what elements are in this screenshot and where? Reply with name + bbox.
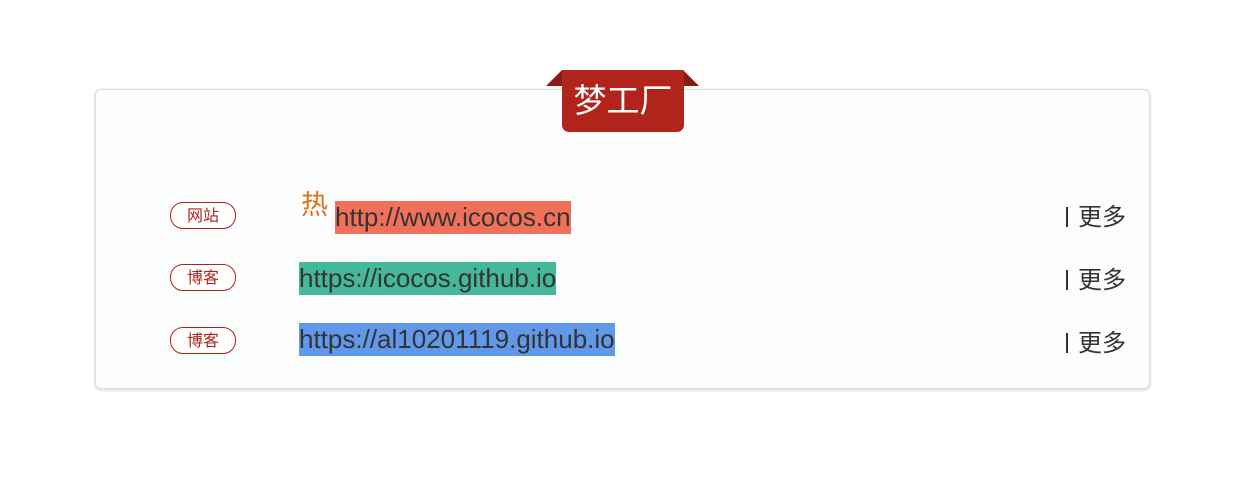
list-item: 网站 热 http://www.icocos.cn 更多 — [0, 191, 1236, 240]
category-tag: 博客 — [170, 264, 236, 291]
separator — [1066, 269, 1068, 290]
hot-icon: 热 — [301, 190, 328, 221]
separator — [1066, 332, 1068, 353]
ribbon-fold-right — [683, 70, 699, 86]
category-tag: 网站 — [170, 202, 236, 229]
site-link[interactable]: http://www.icocos.cn — [335, 201, 571, 234]
list-item: 博客 https://icocos.github.io 更多 — [0, 262, 1236, 302]
more-link[interactable]: 更多 — [1066, 201, 1126, 234]
more-link[interactable]: 更多 — [1066, 327, 1126, 360]
more-label: 更多 — [1078, 266, 1126, 294]
category-tag: 博客 — [170, 327, 236, 354]
list-item: 博客 https://al10201119.github.io 更多 — [0, 323, 1236, 365]
panel-title: 梦工厂 — [562, 70, 684, 132]
site-link[interactable]: https://al10201119.github.io — [299, 323, 615, 356]
more-label: 更多 — [1078, 329, 1126, 357]
site-link[interactable]: https://icocos.github.io — [299, 262, 557, 295]
more-label: 更多 — [1078, 203, 1126, 231]
ribbon-fold-left — [546, 70, 562, 86]
separator — [1066, 206, 1068, 227]
more-link[interactable]: 更多 — [1066, 264, 1126, 297]
